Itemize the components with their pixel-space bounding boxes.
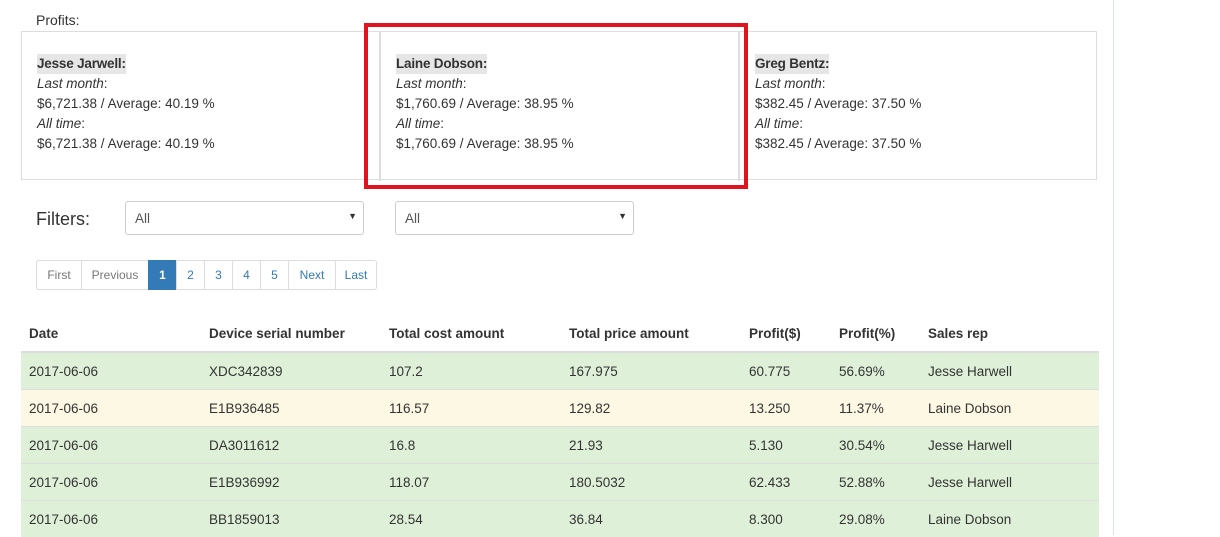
rep-profit-laine: Laine Dobson: Last month: $1,760.69 / Av… [396, 54, 574, 154]
profits-panel: Jesse Jarwell: Last month: $6,721.38 / A… [21, 31, 1097, 180]
cell-date: 2017-06-06 [21, 427, 201, 464]
all-time-value: $382.45 / Average: 37.50 % [755, 134, 921, 154]
table-header-row: Date Device serial number Total cost amo… [21, 315, 1099, 352]
filter-select-value: All [405, 211, 420, 226]
cell-price: 21.93 [561, 427, 741, 464]
page-3-button[interactable]: 3 [204, 260, 233, 290]
cell-profit-dollars: 62.433 [741, 464, 831, 501]
cell-cost: 28.54 [381, 501, 561, 537]
last-month-label: Last month [755, 76, 822, 91]
cell-date: 2017-06-06 [21, 501, 201, 537]
cell-profit-percent: 30.54% [831, 427, 920, 464]
column-divider [738, 32, 740, 181]
last-month-value: $1,760.69 / Average: 38.95 % [396, 94, 574, 114]
rep-name: Greg Bentz: [755, 54, 829, 74]
cell-profit-dollars: 60.775 [741, 352, 831, 390]
header-profit-percent[interactable]: Profit(%) [831, 315, 920, 352]
cell-serial: DA3011612 [201, 427, 381, 464]
cell-price: 129.82 [561, 390, 741, 427]
cell-profit-dollars: 13.250 [741, 390, 831, 427]
last-month-value: $6,721.38 / Average: 40.19 % [37, 94, 215, 114]
filter-select-1[interactable]: All ▼ [125, 201, 364, 235]
all-time-label: All time [396, 116, 440, 131]
column-divider [379, 32, 381, 181]
cell-serial: BB1859013 [201, 501, 381, 537]
cell-sales-rep: Jesse Harwell [920, 427, 1099, 464]
table-row[interactable]: 2017-06-06 BB1859013 28.54 36.84 8.300 2… [21, 501, 1099, 537]
last-month-label: Last month [37, 76, 104, 91]
header-date[interactable]: Date [21, 315, 201, 352]
cell-sales-rep: Jesse Harwell [920, 464, 1099, 501]
table-row[interactable]: 2017-06-06 E1B936485 116.57 129.82 13.25… [21, 390, 1099, 427]
page-last-button[interactable]: Last [335, 260, 377, 290]
cell-cost: 16.8 [381, 427, 561, 464]
rep-name: Laine Dobson: [396, 54, 487, 74]
cell-cost: 118.07 [381, 464, 561, 501]
cell-date: 2017-06-06 [21, 352, 201, 390]
cell-serial: XDC342839 [201, 352, 381, 390]
cell-profit-percent: 29.08% [831, 501, 920, 537]
cell-profit-dollars: 5.130 [741, 427, 831, 464]
cell-cost: 116.57 [381, 390, 561, 427]
rep-profit-greg: Greg Bentz: Last month: $382.45 / Averag… [755, 54, 921, 154]
last-month-label: Last month [396, 76, 463, 91]
caret-down-icon: ▼ [618, 211, 627, 221]
header-price[interactable]: Total price amount [561, 315, 741, 352]
cell-profit-percent: 52.88% [831, 464, 920, 501]
all-time-label: All time [755, 116, 799, 131]
caret-down-icon: ▼ [348, 211, 357, 221]
page-previous-button[interactable]: Previous [81, 260, 149, 290]
cell-price: 180.5032 [561, 464, 741, 501]
last-month-value: $382.45 / Average: 37.50 % [755, 94, 921, 114]
cell-sales-rep: Jesse Harwell [920, 352, 1099, 390]
all-time-label: All time [37, 116, 81, 131]
filters-label: Filters: [36, 209, 90, 230]
cell-serial: E1B936485 [201, 390, 381, 427]
cell-profit-dollars: 8.300 [741, 501, 831, 537]
cell-date: 2017-06-06 [21, 390, 201, 427]
cell-serial: E1B936992 [201, 464, 381, 501]
cell-sales-rep: Laine Dobson [920, 501, 1099, 537]
cell-profit-percent: 56.69% [831, 352, 920, 390]
table-row[interactable]: 2017-06-06 XDC342839 107.2 167.975 60.77… [21, 352, 1099, 390]
table-row[interactable]: 2017-06-06 E1B936992 118.07 180.5032 62.… [21, 464, 1099, 501]
page-next-button[interactable]: Next [288, 260, 336, 290]
all-time-value: $1,760.69 / Average: 38.95 % [396, 134, 574, 154]
profits-label: Profits: [36, 12, 80, 28]
page-2-button[interactable]: 2 [176, 260, 205, 290]
cell-cost: 107.2 [381, 352, 561, 390]
header-serial[interactable]: Device serial number [201, 315, 381, 352]
cell-sales-rep: Laine Dobson [920, 390, 1099, 427]
header-cost[interactable]: Total cost amount [381, 315, 561, 352]
filter-select-2[interactable]: All ▼ [395, 201, 634, 235]
rep-profit-jesse: Jesse Jarwell: Last month: $6,721.38 / A… [37, 54, 215, 154]
cell-date: 2017-06-06 [21, 464, 201, 501]
rep-name: Jesse Jarwell: [37, 54, 126, 74]
page-1-button[interactable]: 1 [148, 260, 177, 290]
page-first-button[interactable]: First [36, 260, 82, 290]
sales-table: Date Device serial number Total cost amo… [21, 315, 1099, 537]
header-profit-dollars[interactable]: Profit($) [741, 315, 831, 352]
cell-profit-percent: 11.37% [831, 390, 920, 427]
filter-select-value: All [135, 211, 150, 226]
page-5-button[interactable]: 5 [260, 260, 289, 290]
all-time-value: $6,721.38 / Average: 40.19 % [37, 134, 215, 154]
page-4-button[interactable]: 4 [232, 260, 261, 290]
content-right-border [1113, 0, 1114, 535]
header-sales-rep[interactable]: Sales rep [920, 315, 1099, 352]
pagination: First Previous 1 2 3 4 5 Next Last [36, 260, 377, 290]
cell-price: 167.975 [561, 352, 741, 390]
cell-price: 36.84 [561, 501, 741, 537]
table-row[interactable]: 2017-06-06 DA3011612 16.8 21.93 5.130 30… [21, 427, 1099, 464]
